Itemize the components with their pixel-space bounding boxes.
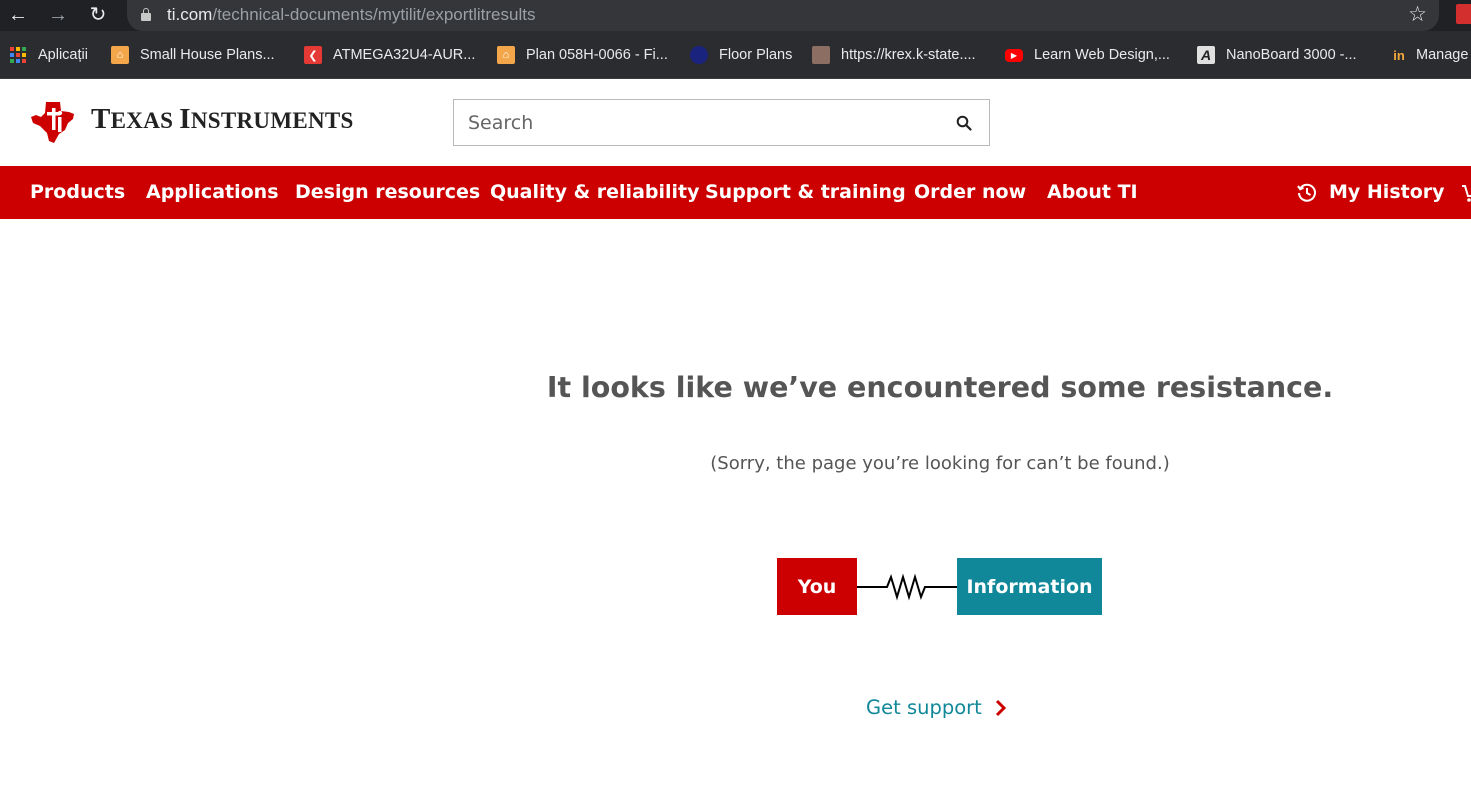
nav-products[interactable]: Products [30, 180, 125, 204]
in-icon: in [1393, 47, 1405, 63]
site-header: TEXAS INSTRUMENTS [0, 79, 1471, 166]
bookmark-learn-web-design[interactable]: ▶ Learn Web Design,... [1005, 45, 1170, 65]
nav-my-history[interactable]: My History [1329, 180, 1445, 204]
main-nav: Products Applications Design resources Q… [0, 166, 1471, 219]
reload-icon[interactable]: ↻ [85, 3, 111, 27]
browser-toolbar: ← → ↻ ti.com/technical-documents/mytilit… [0, 0, 1471, 31]
nav-quality-reliability[interactable]: Quality & reliability [490, 180, 700, 204]
nav-order-now[interactable]: Order now [914, 180, 1026, 204]
error-subtitle: (Sorry, the page you’re looking for can’… [710, 453, 1170, 474]
altium-a-icon: A [1197, 46, 1215, 64]
ti-logo-icon[interactable] [30, 100, 78, 144]
nav-about-ti[interactable]: About TI [1047, 180, 1138, 204]
cart-icon[interactable] [1462, 183, 1471, 203]
nav-applications[interactable]: Applications [146, 180, 279, 204]
search-input[interactable] [468, 110, 938, 136]
bookmark-manage[interactable]: in Manage [1390, 45, 1468, 65]
wildcat-icon [812, 46, 830, 64]
bookmark-floor-plans[interactable]: Floor Plans [690, 45, 792, 65]
history-icon[interactable] [1296, 182, 1317, 203]
bookmark-atmega[interactable]: ❮ ATMEGA32U4-AUR... [304, 45, 475, 65]
house-icon: ⌂ [111, 46, 129, 64]
bookmark-apps[interactable]: Aplicații [10, 45, 88, 65]
bookmark-krex[interactable]: https://krex.k-state.... [812, 45, 976, 65]
blue-seal-icon [690, 46, 708, 64]
house-icon: ⌂ [497, 46, 515, 64]
you-block: You [777, 558, 857, 615]
ti-wordmark[interactable]: TEXAS INSTRUMENTS [91, 103, 354, 136]
resistor-icon [857, 573, 957, 601]
error-title: It looks like we’ve encountered some res… [546, 371, 1334, 404]
lock-icon[interactable] [141, 8, 151, 22]
search-box [453, 99, 990, 146]
forward-arrow-icon[interactable]: → [45, 3, 71, 27]
red-k-icon: ❮ [304, 46, 322, 64]
bookmark-nanoboard[interactable]: A NanoBoard 3000 -... [1197, 45, 1357, 65]
get-support-label: Get support [866, 696, 982, 719]
url-text[interactable]: ti.com/technical-documents/mytilit/expor… [167, 5, 535, 25]
nav-support-training[interactable]: Support & training [705, 180, 906, 204]
nav-design-resources[interactable]: Design resources [295, 180, 480, 204]
search-icon[interactable] [956, 115, 972, 131]
bookmarks-bar: Aplicații ⌂ Small House Plans... ❮ ATMEG… [0, 31, 1471, 79]
apps-grid-icon [10, 47, 26, 63]
bookmark-small-house-plans[interactable]: ⌂ Small House Plans... [111, 45, 275, 65]
bookmark-star-icon[interactable]: ☆ [1408, 2, 1427, 27]
extension-icon[interactable] [1456, 4, 1471, 24]
bookmark-plan-058h[interactable]: ⌂ Plan 058H-0066 - Fi... [497, 45, 668, 65]
youtube-icon: ▶ [1005, 48, 1023, 62]
get-support-link[interactable]: Get support [866, 696, 1007, 719]
back-arrow-icon[interactable]: ← [5, 3, 31, 27]
address-bar[interactable]: ti.com/technical-documents/mytilit/expor… [127, 0, 1439, 31]
information-block: Information [957, 558, 1102, 615]
chevron-right-icon [995, 699, 1006, 716]
